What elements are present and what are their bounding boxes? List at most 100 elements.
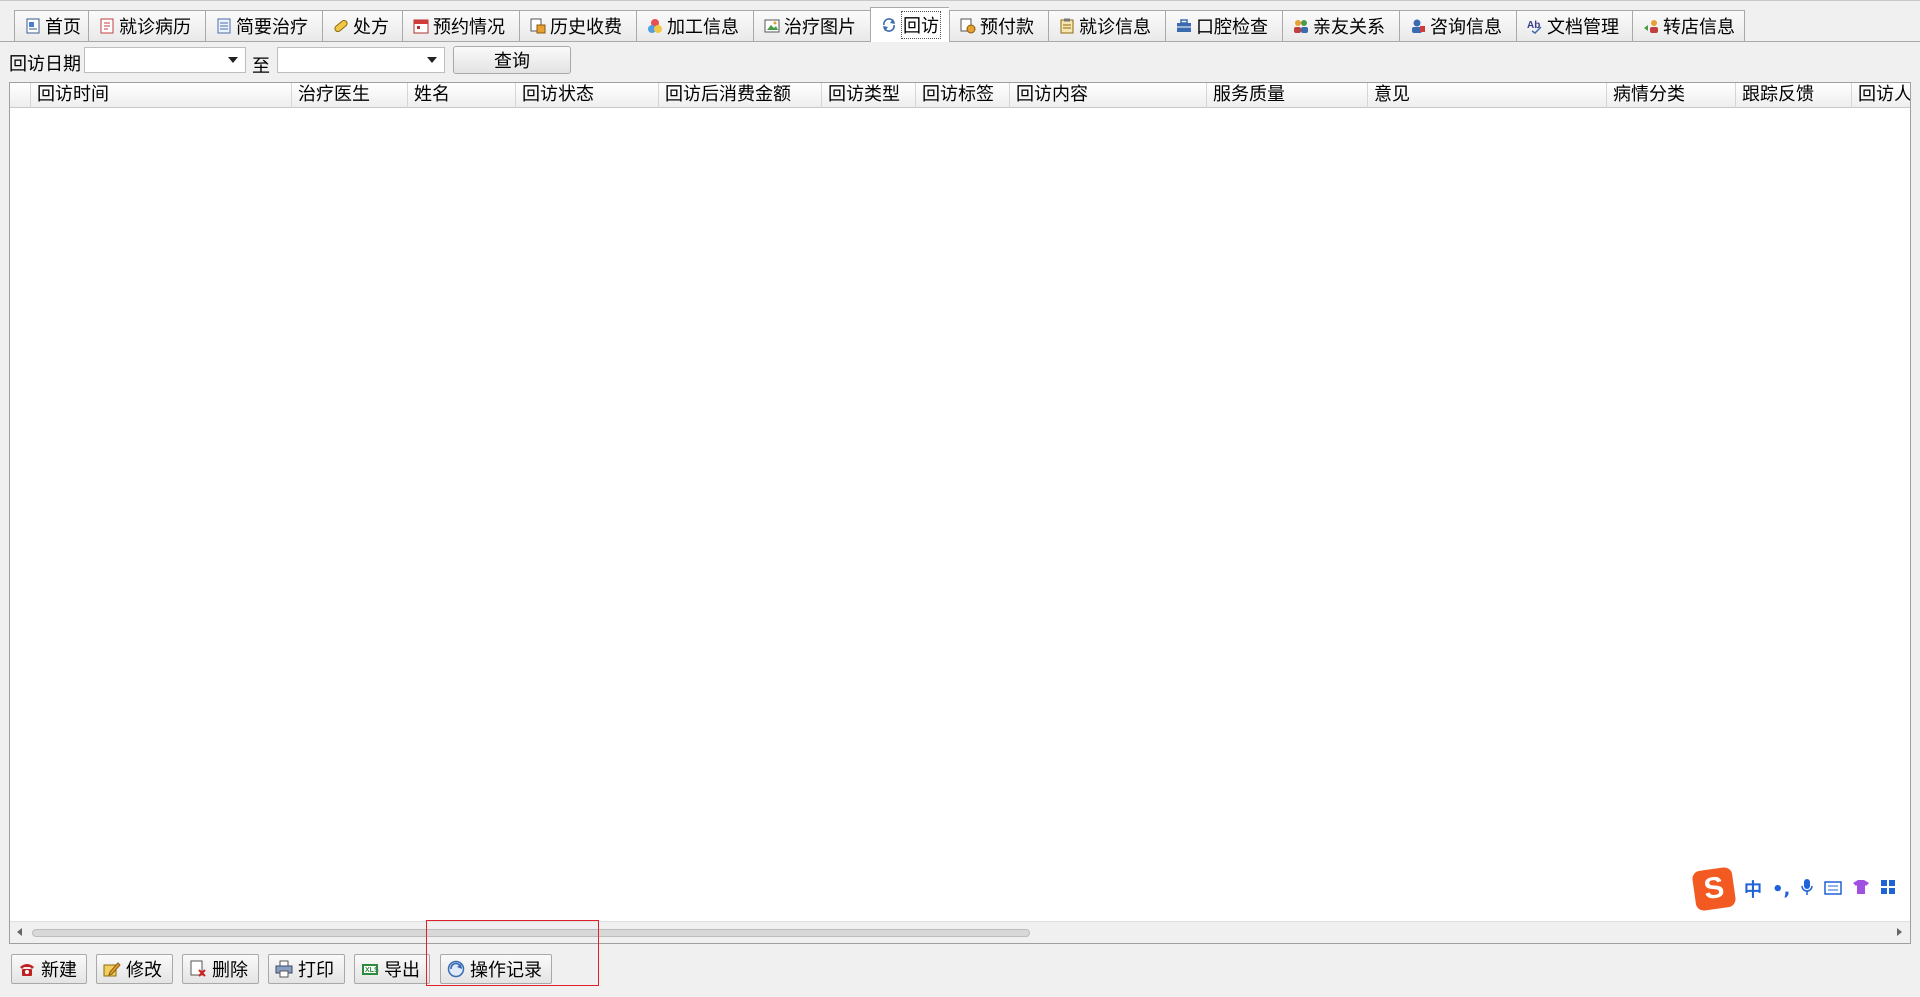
- skin-shirt-icon[interactable]: [1852, 879, 1870, 900]
- tab-medical-record[interactable]: 就诊病历: [88, 10, 205, 41]
- highlight-box: [426, 920, 599, 986]
- tab-label: 治疗图片: [784, 17, 856, 38]
- calendar-icon: [413, 18, 429, 34]
- tab-oral-exam[interactable]: 口腔检查: [1165, 10, 1282, 41]
- clipboard-icon: [1059, 18, 1075, 34]
- tab-relations[interactable]: 亲友关系: [1282, 10, 1399, 41]
- picture-icon: [764, 18, 780, 34]
- edit-button[interactable]: 修改: [96, 954, 173, 984]
- tab-consultation[interactable]: 咨询信息: [1399, 10, 1516, 41]
- new-button-label: 新建: [41, 960, 77, 981]
- tab-label: 预付款: [980, 17, 1034, 38]
- column-header[interactable]: 回访类型: [821, 83, 915, 108]
- follow-up-date-label: 回访日期: [9, 54, 81, 75]
- delete-button[interactable]: 删除: [182, 954, 259, 984]
- grid-header: 回访时间 治疗医生 姓名 回访状态 回访后消费金额 回访类型 回访标签 回访内容…: [10, 83, 1910, 108]
- print-button[interactable]: 打印: [268, 954, 345, 984]
- action-toolbar: 新建 修改 删除 打印 XLS 导出 操作记录: [0, 944, 1920, 997]
- refresh-icon: [881, 17, 897, 33]
- pill-icon: [333, 18, 349, 34]
- new-button[interactable]: 新建: [11, 954, 87, 984]
- tab-brief-treatment[interactable]: 简要治疗: [205, 10, 322, 41]
- tab-label: 加工信息: [667, 17, 739, 38]
- column-header[interactable]: 跟踪反馈: [1735, 83, 1851, 108]
- start-date-picker[interactable]: [84, 47, 246, 73]
- telephone-icon: [18, 960, 36, 978]
- filter-bar: 回访日期 至 查询: [0, 44, 1920, 80]
- toolbox-icon: [1176, 18, 1192, 34]
- tab-label: 简要治疗: [236, 17, 308, 38]
- tab-label: 预约情况: [433, 17, 505, 38]
- ime-toolbar[interactable]: S 中 •,: [1691, 866, 1920, 912]
- column-header[interactable]: 回访时间: [30, 83, 300, 108]
- column-header[interactable]: 回访状态: [515, 83, 658, 108]
- export-button[interactable]: XLS 导出: [354, 954, 430, 984]
- keyboard-icon[interactable]: [1824, 879, 1843, 900]
- scroll-left-icon[interactable]: [17, 928, 22, 936]
- tab-visit-info[interactable]: 就诊信息: [1048, 10, 1165, 41]
- svg-text:XLS: XLS: [365, 967, 379, 974]
- tab-prescription[interactable]: 处方: [322, 10, 402, 41]
- medical-record-icon: [99, 18, 115, 34]
- tab-prepayment[interactable]: 预付款: [949, 10, 1048, 41]
- excel-export-icon: XLS: [361, 960, 379, 978]
- column-header[interactable]: 回访人: [1851, 83, 1910, 108]
- tab-processing-info[interactable]: 加工信息: [636, 10, 753, 41]
- ime-logo-icon[interactable]: S: [1691, 866, 1737, 912]
- tab-fee-history[interactable]: 历史收费: [519, 10, 636, 41]
- tab-label: 文档管理: [1547, 17, 1619, 38]
- ime-mode-toggle[interactable]: 中: [1744, 876, 1762, 902]
- tab-appointments[interactable]: 预约情况: [402, 10, 519, 41]
- edit-button-label: 修改: [126, 960, 162, 981]
- delete-button-label: 删除: [212, 960, 248, 981]
- chevron-down-icon[interactable]: [427, 57, 437, 63]
- column-header[interactable]: 姓名: [407, 83, 515, 108]
- transfer-icon: [1643, 18, 1659, 34]
- column-header[interactable]: 服务质量: [1206, 83, 1367, 108]
- consult-icon: [1410, 18, 1426, 34]
- tab-label: 回访: [901, 11, 941, 39]
- home-page-icon: [25, 18, 41, 34]
- to-label: 至: [252, 56, 270, 77]
- printer-icon: [275, 960, 293, 978]
- spellcheck-icon: Ab: [1527, 18, 1543, 34]
- tab-label: 历史收费: [550, 17, 622, 38]
- tab-label: 就诊信息: [1079, 17, 1151, 38]
- tab-label: 转店信息: [1663, 17, 1735, 38]
- toolbox-grid-icon[interactable]: [1880, 879, 1896, 900]
- tab-treatment-pictures[interactable]: 治疗图片: [753, 10, 870, 41]
- end-date-picker[interactable]: [277, 47, 445, 73]
- tab-store-transfer[interactable]: 转店信息: [1632, 10, 1745, 41]
- column-header[interactable]: 回访后消费金额: [658, 83, 821, 108]
- row-indicator-header: [10, 83, 30, 108]
- tab-label: 首页: [45, 17, 81, 38]
- export-button-label: 导出: [384, 960, 420, 981]
- pencil-edit-icon: [103, 960, 121, 978]
- tab-label: 就诊病历: [119, 17, 191, 38]
- microphone-icon[interactable]: [1800, 878, 1814, 901]
- scroll-right-icon[interactable]: [1897, 928, 1902, 936]
- tab-documents[interactable]: Ab 文档管理: [1516, 10, 1632, 41]
- follow-up-grid[interactable]: 回访时间 治疗医生 姓名 回访状态 回访后消费金额 回访类型 回访标签 回访内容…: [9, 82, 1911, 944]
- delete-document-icon: [189, 960, 207, 978]
- tab-home[interactable]: 首页: [14, 10, 88, 41]
- chevron-down-icon[interactable]: [228, 57, 238, 63]
- column-header[interactable]: 病情分类: [1606, 83, 1735, 108]
- horizontal-scrollbar[interactable]: [10, 921, 1910, 943]
- tab-label: 亲友关系: [1313, 17, 1385, 38]
- tab-label: 咨询信息: [1430, 17, 1502, 38]
- people-icon: [1293, 18, 1309, 34]
- module-tab-bar: 首页 就诊病历 简要治疗 处方 预约情况 历史收费 加工信息 治疗图片 回访 预…: [0, 0, 1920, 44]
- column-header[interactable]: 意见: [1367, 83, 1606, 108]
- column-header[interactable]: 回访标签: [915, 83, 1009, 108]
- ime-punctuation-toggle[interactable]: •,: [1772, 879, 1790, 900]
- query-button-label: 查询: [494, 51, 530, 72]
- tab-follow-up[interactable]: 回访: [870, 7, 949, 42]
- tab-label: 口腔检查: [1196, 17, 1268, 38]
- column-header[interactable]: 治疗医生: [291, 83, 407, 108]
- query-button[interactable]: 查询: [453, 46, 571, 74]
- document-icon: [216, 18, 232, 34]
- column-header[interactable]: 回访内容: [1009, 83, 1206, 108]
- tab-bar-baseline: [0, 41, 1920, 42]
- fee-history-icon: [530, 18, 546, 34]
